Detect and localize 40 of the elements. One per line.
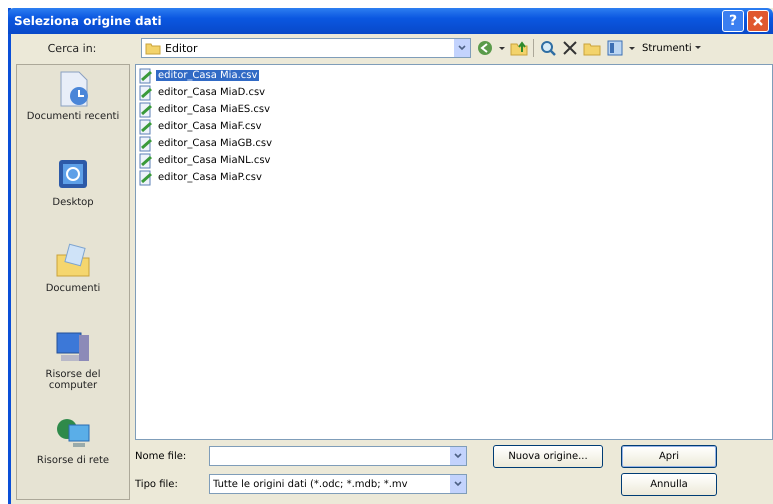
data-file-icon <box>139 118 154 134</box>
back-icon[interactable] <box>476 39 494 57</box>
data-file-icon <box>139 84 154 100</box>
folder-icon <box>145 42 161 54</box>
place-item[interactable]: Risorse del computer <box>23 327 123 413</box>
tools-menu[interactable]: Strumenti <box>640 42 703 54</box>
look-in-dropdown[interactable]: Editor <box>141 38 471 58</box>
place-item[interactable]: Documenti <box>23 241 123 327</box>
search-icon[interactable] <box>539 39 557 57</box>
place-item[interactable]: Risorse di rete <box>23 413 123 499</box>
close-icon <box>752 15 764 27</box>
data-file-icon <box>139 136 154 152</box>
data-file-icon <box>139 170 154 186</box>
new-source-button[interactable]: Nuova origine... <box>493 444 603 468</box>
place-item[interactable]: Desktop <box>23 155 123 241</box>
file-item[interactable]: editor_Casa MiaGB.csv <box>139 135 769 152</box>
file-item[interactable]: editor_Casa MiaES.csv <box>139 101 769 118</box>
file-item[interactable]: editor_Casa MiaF.csv <box>139 118 769 135</box>
caret-icon <box>694 44 701 50</box>
close-button[interactable] <box>747 10 769 32</box>
help-button[interactable]: ? <box>722 10 744 32</box>
delete-icon[interactable] <box>562 40 578 56</box>
file-name-label: Nome file: <box>135 450 188 462</box>
place-item[interactable]: Documenti recenti <box>23 69 123 155</box>
data-file-icon <box>139 152 154 168</box>
file-item[interactable]: editor_Casa MiaNL.csv <box>139 152 769 169</box>
window-title: Seleziona origine dati <box>14 14 163 28</box>
file-item[interactable]: editor_Casa Mia.csv <box>139 67 769 84</box>
data-file-icon <box>139 102 154 118</box>
file-name-field[interactable] <box>209 446 467 466</box>
data-file-icon <box>139 68 154 84</box>
open-button[interactable]: Apri <box>621 444 717 468</box>
look-in-label: Cerca in: <box>46 42 98 54</box>
views-icon[interactable] <box>606 39 624 57</box>
cancel-button[interactable]: Annulla <box>621 472 717 496</box>
file-type-label: Tipo file: <box>135 478 179 490</box>
file-item[interactable]: editor_Casa MiaP.csv <box>139 169 769 186</box>
file-type-dropdown[interactable]: Tutte le origini dati (*.odc; *.mdb; *.mv <box>209 474 467 494</box>
up-folder-icon[interactable] <box>510 39 528 57</box>
file-item[interactable]: editor_Casa MiaD.csv <box>139 84 769 101</box>
